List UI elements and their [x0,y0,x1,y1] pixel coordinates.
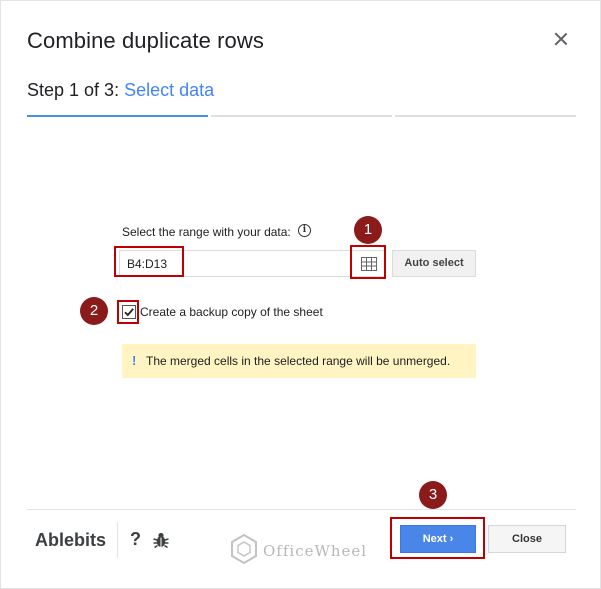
annotation-badge-1: 1 [354,216,382,244]
auto-select-button[interactable]: Auto select [392,250,476,277]
step-name: Select data [124,80,215,100]
highlight-range-input [114,246,184,277]
officewheel-watermark: OfficeWheel [229,532,379,568]
combine-duplicates-dialog: Combine duplicate rows Step 1 of 3: Sele… [0,0,601,589]
dialog-title: Combine duplicate rows [27,28,264,53]
highlight-backup-checkbox [117,300,139,324]
range-label: Select the range with your data: [122,225,291,239]
step-indicator: Step 1 of 3: Select data [27,80,214,101]
highlight-grid-button [350,245,386,279]
progress-segment-1 [27,115,208,117]
unmerge-notice: ! The merged cells in the selected range… [122,344,476,378]
close-icon[interactable] [551,29,571,49]
close-button[interactable]: Close [488,525,566,553]
brand-logo[interactable]: Ablebits [35,530,106,551]
notice-mark: ! [132,353,137,368]
watermark-text: OfficeWheel [263,542,368,560]
info-icon[interactable]: i [298,224,311,237]
step-progress-bar [27,115,576,117]
footer-divider [27,509,576,510]
backup-label: Create a backup copy of the sheet [140,305,323,319]
annotation-badge-2: 2 [80,297,108,325]
notice-message: The merged cells in the selected range w… [146,354,451,368]
footer-separator [117,522,118,558]
progress-segment-2 [211,115,392,117]
watermark-logo-icon [231,534,257,564]
progress-segment-3 [395,115,576,117]
step-prefix: Step 1 of 3: [27,80,120,100]
help-icon[interactable]: ? [130,529,141,550]
highlight-next-button [390,517,485,559]
bug-icon[interactable] [152,531,170,549]
annotation-badge-3: 3 [419,481,447,509]
